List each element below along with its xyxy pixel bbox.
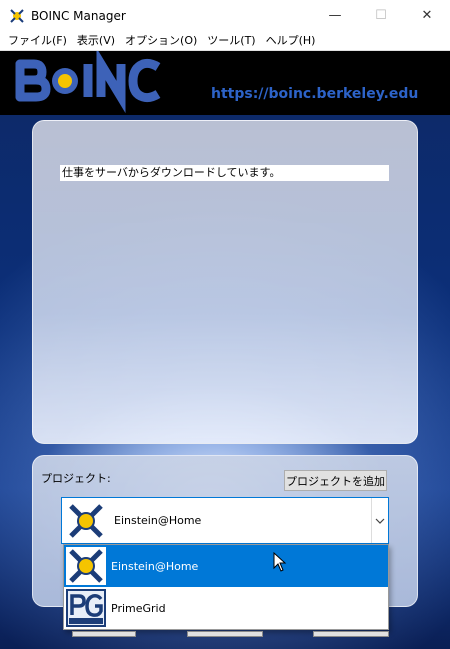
bottom-button-middle[interactable] xyxy=(187,631,263,637)
dropdown-option-einstein-home[interactable]: Einstein@Home xyxy=(64,545,388,587)
window-title: BOINC Manager xyxy=(31,8,126,23)
close-button[interactable]: ✕ xyxy=(404,0,450,31)
mouse-cursor-icon xyxy=(273,552,287,572)
bottom-button-right[interactable] xyxy=(313,631,389,637)
title-bar: BOINC Manager — ☐ ✕ xyxy=(0,0,450,31)
chevron-down-icon[interactable] xyxy=(371,498,388,543)
window-controls: — ☐ ✕ xyxy=(312,0,450,31)
bottom-button-left[interactable] xyxy=(72,631,136,637)
dropdown-option-label: Einstein@Home xyxy=(111,560,199,573)
menu-help[interactable]: ヘルプ(H) xyxy=(262,31,320,51)
menu-file[interactable]: ファイル(F) xyxy=(4,31,71,51)
menu-options[interactable]: オプション(O) xyxy=(121,31,201,51)
minimize-button[interactable]: — xyxy=(312,0,358,31)
project-select[interactable]: Einstein@Home xyxy=(61,497,389,544)
dropdown-option-label: PrimeGrid xyxy=(111,602,166,615)
boinc-logo xyxy=(0,51,170,115)
menu-bar: ファイル(F) 表示(V) オプション(O) ツール(T) ヘルプ(H) xyxy=(0,31,450,51)
einstein-home-icon xyxy=(66,547,106,585)
maximize-button[interactable]: ☐ xyxy=(358,0,404,31)
menu-view[interactable]: 表示(V) xyxy=(73,31,119,51)
einstein-home-icon xyxy=(67,502,105,540)
status-message: 仕事をサーバからダウンロードしています。 xyxy=(60,165,389,181)
primegrid-icon xyxy=(66,589,106,627)
project-select-value: Einstein@Home xyxy=(114,514,202,527)
project-label: プロジェクト: xyxy=(41,472,111,485)
dropdown-option-primegrid[interactable]: PrimeGrid xyxy=(64,587,388,629)
menu-tools[interactable]: ツール(T) xyxy=(203,31,259,51)
boinc-banner xyxy=(0,51,450,115)
add-project-button[interactable]: プロジェクトを追加 xyxy=(284,470,387,491)
banner-url[interactable]: https://boinc.berkeley.edu xyxy=(211,86,418,102)
boinc-icon xyxy=(10,8,24,23)
project-dropdown-list: Einstein@Home PrimeGrid xyxy=(63,544,389,630)
